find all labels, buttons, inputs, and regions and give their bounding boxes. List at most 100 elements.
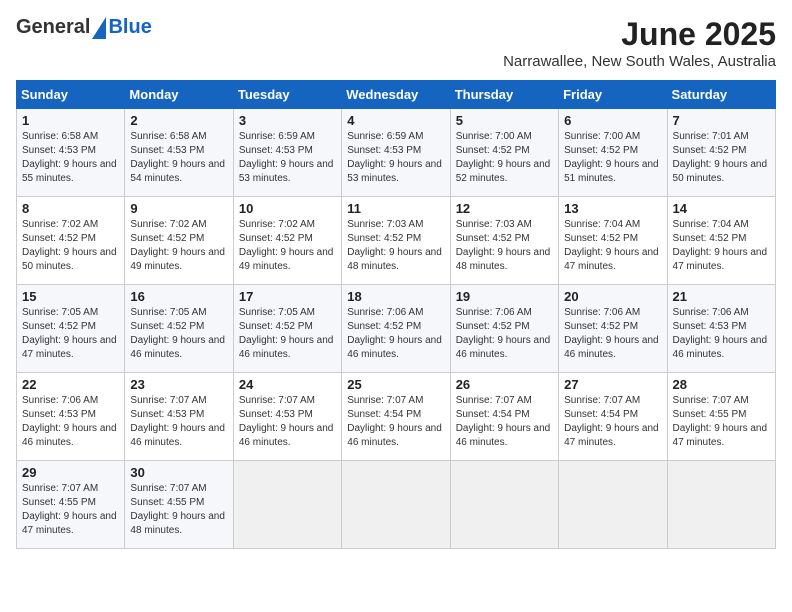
day-detail: Sunrise: 7:07 AMSunset: 4:55 PMDaylight:… <box>130 482 227 538</box>
day-detail: Sunrise: 7:06 AMSunset: 4:53 PMDaylight:… <box>22 394 119 450</box>
day-number: 6 <box>564 113 661 128</box>
day-number: 11 <box>347 201 444 216</box>
day-number: 4 <box>347 113 444 128</box>
day-detail: Sunrise: 7:01 AMSunset: 4:52 PMDaylight:… <box>673 130 770 186</box>
calendar-cell: 15 Sunrise: 7:05 AMSunset: 4:52 PMDayligh… <box>17 285 125 373</box>
calendar-cell: 23Sunrise: 7:07 AMSunset: 4:53 PMDayligh… <box>125 373 233 461</box>
day-detail: Sunrise: 7:07 AMSunset: 4:53 PMDaylight:… <box>130 394 227 450</box>
day-number: 13 <box>564 201 661 216</box>
day-detail: Sunrise: 6:58 AMSunset: 4:53 PMDaylight:… <box>130 130 227 186</box>
logo-blue-text: Blue <box>108 16 151 39</box>
day-detail: Sunrise: 6:58 AMSunset: 4:53 PMDaylight:… <box>22 130 119 186</box>
day-detail: Sunrise: 7:07 AMSunset: 4:54 PMDaylight:… <box>347 394 444 450</box>
day-detail: Sunrise: 7:06 AMSunset: 4:52 PMDaylight:… <box>347 306 444 362</box>
day-number: 5 <box>456 113 553 128</box>
day-number: 12 <box>456 201 553 216</box>
weekday-header-friday: Friday <box>559 81 667 109</box>
month-title: June 2025 <box>503 16 776 53</box>
calendar-cell: 4 Sunrise: 6:59 AMSunset: 4:53 PMDaylight… <box>342 109 450 197</box>
day-detail: Sunrise: 7:07 AMSunset: 4:53 PMDaylight:… <box>239 394 336 450</box>
weekday-header-tuesday: Tuesday <box>233 81 341 109</box>
day-number: 8 <box>22 201 119 216</box>
day-number: 7 <box>673 113 770 128</box>
day-number: 25 <box>347 377 444 392</box>
day-number: 17 <box>239 289 336 304</box>
day-number: 19 <box>456 289 553 304</box>
logo: General Blue <box>16 16 152 39</box>
day-detail: Sunrise: 7:03 AMSunset: 4:52 PMDaylight:… <box>347 218 444 274</box>
day-number: 22 <box>22 377 119 392</box>
day-detail: Sunrise: 7:07 AMSunset: 4:54 PMDaylight:… <box>456 394 553 450</box>
day-number: 24 <box>239 377 336 392</box>
calendar-cell: 11 Sunrise: 7:03 AMSunset: 4:52 PMDayligh… <box>342 197 450 285</box>
weekday-header-thursday: Thursday <box>450 81 558 109</box>
weekday-header-saturday: Saturday <box>667 81 775 109</box>
calendar-cell <box>559 461 667 549</box>
calendar-week-row: 29 Sunrise: 7:07 AMSunset: 4:55 PMDayligh… <box>17 461 776 549</box>
calendar-cell: 10 Sunrise: 7:02 AMSunset: 4:52 PMDayligh… <box>233 197 341 285</box>
calendar-cell: 16 Sunrise: 7:05 AMSunset: 4:52 PMDayligh… <box>125 285 233 373</box>
logo-general-text: General <box>16 16 90 39</box>
day-number: 2 <box>130 113 227 128</box>
logo-triangle-icon <box>92 17 106 39</box>
calendar-cell: 5 Sunrise: 7:00 AMSunset: 4:52 PMDaylight… <box>450 109 558 197</box>
day-detail: Sunrise: 7:05 AMSunset: 4:52 PMDaylight:… <box>22 306 119 362</box>
calendar-cell: 18 Sunrise: 7:06 AMSunset: 4:52 PMDayligh… <box>342 285 450 373</box>
day-number: 30 <box>130 465 227 480</box>
day-detail: Sunrise: 6:59 AMSunset: 4:53 PMDaylight:… <box>347 130 444 186</box>
page-header: General Blue June 2025 Narrawallee, New … <box>16 16 776 70</box>
day-detail: Sunrise: 7:06 AMSunset: 4:52 PMDaylight:… <box>456 306 553 362</box>
title-area: June 2025 Narrawallee, New South Wales, … <box>503 16 776 70</box>
day-detail: Sunrise: 7:02 AMSunset: 4:52 PMDaylight:… <box>22 218 119 274</box>
day-detail: Sunrise: 7:02 AMSunset: 4:52 PMDaylight:… <box>130 218 227 274</box>
calendar-table: SundayMondayTuesdayWednesdayThursdayFrid… <box>16 80 776 549</box>
day-number: 26 <box>456 377 553 392</box>
day-detail: Sunrise: 7:04 AMSunset: 4:52 PMDaylight:… <box>673 218 770 274</box>
calendar-cell: 6 Sunrise: 7:00 AMSunset: 4:52 PMDaylight… <box>559 109 667 197</box>
calendar-cell: 25 Sunrise: 7:07 AMSunset: 4:54 PMDayligh… <box>342 373 450 461</box>
day-number: 27 <box>564 377 661 392</box>
day-number: 21 <box>673 289 770 304</box>
day-number: 14 <box>673 201 770 216</box>
day-detail: Sunrise: 7:04 AMSunset: 4:52 PMDaylight:… <box>564 218 661 274</box>
day-detail: Sunrise: 7:06 AMSunset: 4:52 PMDaylight:… <box>564 306 661 362</box>
day-number: 29 <box>22 465 119 480</box>
calendar-cell: 22 Sunrise: 7:06 AMSunset: 4:53 PMDayligh… <box>17 373 125 461</box>
calendar-cell: 21 Sunrise: 7:06 AMSunset: 4:53 PMDayligh… <box>667 285 775 373</box>
weekday-header-wednesday: Wednesday <box>342 81 450 109</box>
weekday-header-row: SundayMondayTuesdayWednesdayThursdayFrid… <box>17 81 776 109</box>
day-number: 10 <box>239 201 336 216</box>
day-number: 15 <box>22 289 119 304</box>
calendar-cell <box>342 461 450 549</box>
location-subtitle: Narrawallee, New South Wales, Australia <box>503 53 776 70</box>
weekday-header-monday: Monday <box>125 81 233 109</box>
calendar-cell: 28Sunrise: 7:07 AMSunset: 4:55 PMDayligh… <box>667 373 775 461</box>
day-number: 1 <box>22 113 119 128</box>
calendar-cell: 13 Sunrise: 7:04 AMSunset: 4:52 PMDayligh… <box>559 197 667 285</box>
calendar-cell: 8 Sunrise: 7:02 AMSunset: 4:52 PMDaylight… <box>17 197 125 285</box>
calendar-cell: 7 Sunrise: 7:01 AMSunset: 4:52 PMDaylight… <box>667 109 775 197</box>
day-detail: Sunrise: 7:02 AMSunset: 4:52 PMDaylight:… <box>239 218 336 274</box>
calendar-cell: 19 Sunrise: 7:06 AMSunset: 4:52 PMDayligh… <box>450 285 558 373</box>
calendar-cell: 26 Sunrise: 7:07 AMSunset: 4:54 PMDayligh… <box>450 373 558 461</box>
day-number: 20 <box>564 289 661 304</box>
calendar-cell: 24 Sunrise: 7:07 AMSunset: 4:53 PMDayligh… <box>233 373 341 461</box>
day-detail: Sunrise: 7:00 AMSunset: 4:52 PMDaylight:… <box>456 130 553 186</box>
calendar-cell: 9 Sunrise: 7:02 AMSunset: 4:52 PMDaylight… <box>125 197 233 285</box>
day-detail: Sunrise: 7:05 AMSunset: 4:52 PMDaylight:… <box>239 306 336 362</box>
calendar-cell: 2 Sunrise: 6:58 AMSunset: 4:53 PMDaylight… <box>125 109 233 197</box>
day-number: 18 <box>347 289 444 304</box>
day-detail: Sunrise: 7:06 AMSunset: 4:53 PMDaylight:… <box>673 306 770 362</box>
day-detail: Sunrise: 7:00 AMSunset: 4:52 PMDaylight:… <box>564 130 661 186</box>
day-number: 16 <box>130 289 227 304</box>
calendar-cell: 14 Sunrise: 7:04 AMSunset: 4:52 PMDayligh… <box>667 197 775 285</box>
calendar-cell: 17 Sunrise: 7:05 AMSunset: 4:52 PMDayligh… <box>233 285 341 373</box>
calendar-week-row: 22 Sunrise: 7:06 AMSunset: 4:53 PMDayligh… <box>17 373 776 461</box>
calendar-cell <box>450 461 558 549</box>
day-number: 9 <box>130 201 227 216</box>
day-number: 3 <box>239 113 336 128</box>
day-detail: Sunrise: 7:05 AMSunset: 4:52 PMDaylight:… <box>130 306 227 362</box>
calendar-cell: 3Sunrise: 6:59 AMSunset: 4:53 PMDaylight… <box>233 109 341 197</box>
calendar-week-row: 1 Sunrise: 6:58 AMSunset: 4:53 PMDaylight… <box>17 109 776 197</box>
day-detail: Sunrise: 7:07 AMSunset: 4:55 PMDaylight:… <box>673 394 770 450</box>
